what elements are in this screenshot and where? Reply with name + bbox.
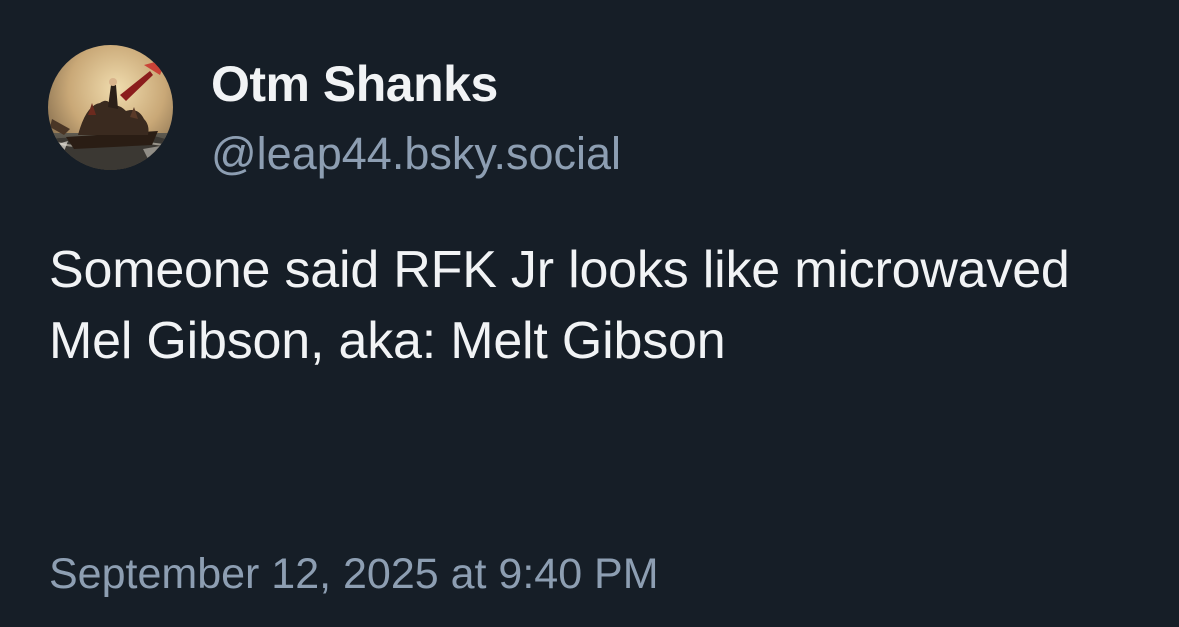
author-display-name[interactable]: Otm Shanks	[211, 55, 498, 113]
post-text: Someone said RFK Jr looks like microwave…	[49, 241, 1070, 370]
post-timestamp[interactable]: September 12, 2025 at 9:40 PM	[49, 547, 659, 601]
post-card: Otm Shanks @leap44.bsky.social Someone s…	[0, 0, 1179, 627]
author-avatar[interactable]	[48, 45, 173, 170]
author-handle[interactable]: @leap44.bsky.social	[211, 127, 621, 181]
painting-avatar-icon	[48, 45, 173, 170]
